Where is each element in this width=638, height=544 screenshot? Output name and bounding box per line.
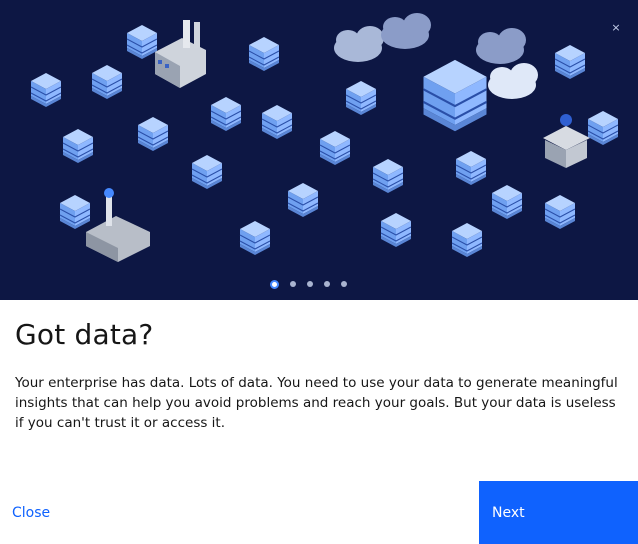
bank-icon [543,114,590,168]
next-button[interactable]: Next [479,481,638,544]
cloud-icon [488,63,538,99]
carousel-pagination [270,278,370,290]
database-stack-icon [422,58,488,133]
cloud-icon [334,13,526,64]
close-button[interactable]: Close [0,481,160,544]
pagination-dot-5[interactable] [341,281,347,287]
pagination-dot-1[interactable] [270,279,279,289]
factory-icon [155,20,206,88]
hero-illustration: × [0,0,638,300]
pagination-dot-3[interactable] [307,281,313,287]
pagination-dot-2[interactable] [290,281,296,287]
illustration-svg [30,13,619,262]
pagination-dot-4[interactable] [324,281,330,287]
dialog-title: Got data? [15,318,154,351]
close-icon[interactable]: × [607,19,625,37]
warehouse-icon [86,188,150,262]
dialog-description: Your enterprise has data. Lots of data. … [15,375,618,431]
